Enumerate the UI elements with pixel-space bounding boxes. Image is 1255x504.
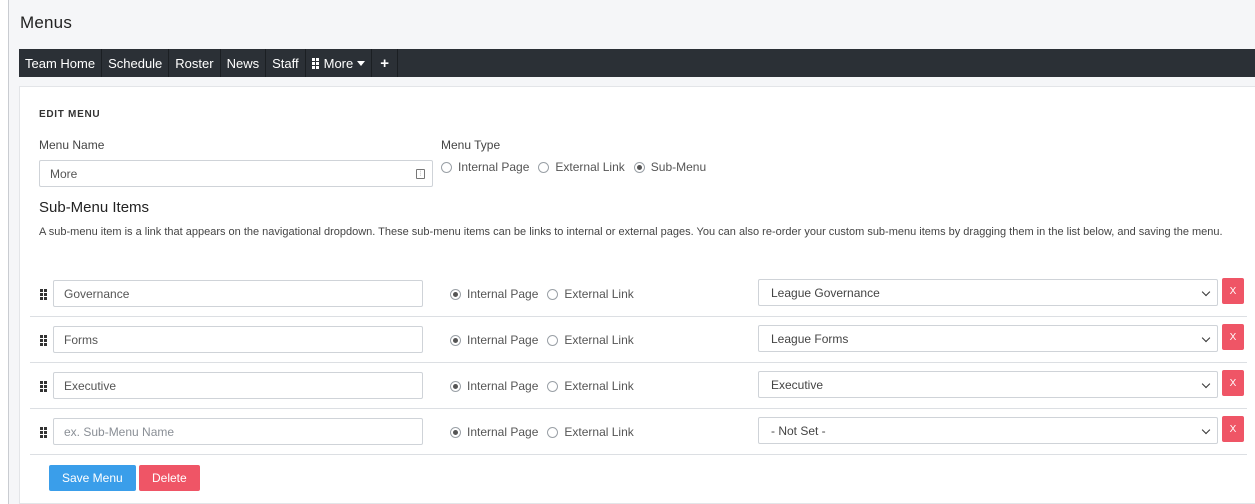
edit-menu-card: EDIT MENU Menu Name More ⋮ Menu Type Int… xyxy=(19,86,1255,504)
menu-name-label: Menu Name xyxy=(39,138,105,152)
submenu-name-value: Governance xyxy=(64,286,130,301)
nav-item-more[interactable]: More xyxy=(306,49,373,77)
radio-label: Internal Page xyxy=(467,379,539,393)
submenu-name-input[interactable]: Governance xyxy=(53,280,423,307)
grid-icon xyxy=(311,57,319,69)
drag-handle-icon[interactable] xyxy=(40,427,47,438)
radio-dot-checked xyxy=(633,161,645,173)
radio-label: Internal Page xyxy=(467,425,539,439)
radio-dot xyxy=(547,334,559,346)
page-select-value: League Forms xyxy=(771,331,849,346)
link-type-internal-radio[interactable]: Internal Page xyxy=(450,379,538,393)
chevron-down-icon xyxy=(1201,333,1211,343)
radio-label: External Link xyxy=(564,379,634,393)
submenu-row: ex. Sub-Menu Name Internal Page External… xyxy=(30,409,1247,455)
drag-handle-icon[interactable] xyxy=(40,335,47,346)
chevron-down-icon xyxy=(1201,379,1211,389)
page-select-value: - Not Set - xyxy=(771,423,826,438)
submenu-row: Governance Internal Page External Link L… xyxy=(30,271,1247,317)
radio-dot xyxy=(441,161,452,173)
radio-label: External Link xyxy=(564,287,634,301)
radio-label: Sub-Menu xyxy=(650,160,707,174)
radio-label: External Link xyxy=(555,160,625,174)
delete-menu-button[interactable]: Delete xyxy=(139,465,200,491)
page-select-value: Executive xyxy=(771,377,824,392)
submenu-row: Forms Internal Page External Link League… xyxy=(30,317,1247,363)
menu-type-radio-group: Internal Page External Link Sub-Menu xyxy=(441,160,715,174)
submenu-name-input[interactable]: Executive xyxy=(53,372,423,399)
submenu-name-value: Forms xyxy=(64,332,98,347)
menu-type-internal-radio[interactable]: Internal Page xyxy=(441,160,529,174)
menu-type-label: Menu Type xyxy=(441,138,501,152)
add-nav-item-button[interactable]: + xyxy=(372,49,399,77)
nav-item-news[interactable]: News xyxy=(221,49,267,77)
menu-type-external-radio[interactable]: External Link xyxy=(538,160,625,174)
section-title: EDIT MENU xyxy=(39,109,101,120)
radio-dot xyxy=(547,288,559,300)
page-title: Menus xyxy=(20,13,73,32)
caret-down-icon xyxy=(357,60,366,66)
radio-dot-checked xyxy=(450,426,461,438)
menu-name-input[interactable]: More ⋮ xyxy=(39,160,433,187)
menu-name-value: More xyxy=(50,166,78,181)
radio-label: Internal Page xyxy=(467,287,539,301)
link-type-radio-group: Internal Page External Link xyxy=(450,287,643,301)
submenu-row: Executive Internal Page External Link Ex… xyxy=(30,363,1247,409)
page-select-value: League Governance xyxy=(771,285,880,300)
radio-label: Internal Page xyxy=(467,333,539,347)
team-navbar: Team Home Schedule Roster News Staff Mor… xyxy=(19,49,1255,77)
link-type-external-radio[interactable]: External Link xyxy=(547,287,634,301)
submenu-name-input[interactable]: Forms xyxy=(53,326,423,353)
save-menu-button[interactable]: Save Menu xyxy=(49,465,136,491)
remove-item-button[interactable]: X xyxy=(1222,324,1244,350)
link-type-internal-radio[interactable]: Internal Page xyxy=(450,333,538,347)
page-select[interactable]: - Not Set - xyxy=(758,417,1218,444)
link-type-internal-radio[interactable]: Internal Page xyxy=(450,425,538,439)
link-type-external-radio[interactable]: External Link xyxy=(547,425,634,439)
remove-item-button[interactable]: X xyxy=(1222,370,1244,396)
menu-type-submenu-radio[interactable]: Sub-Menu xyxy=(633,160,707,174)
radio-dot xyxy=(547,426,559,438)
nav-item-staff[interactable]: Staff xyxy=(266,49,306,77)
link-type-radio-group: Internal Page External Link xyxy=(450,379,643,393)
submenu-name-placeholder: ex. Sub-Menu Name xyxy=(64,424,175,439)
link-type-external-radio[interactable]: External Link xyxy=(547,379,634,393)
radio-dot-checked xyxy=(450,334,461,346)
radio-label: Internal Page xyxy=(458,160,530,174)
app-frame: Menus Team Home Schedule Roster News Sta… xyxy=(8,0,1255,504)
remove-item-button[interactable]: X xyxy=(1222,416,1244,442)
nav-item-schedule[interactable]: Schedule xyxy=(102,49,170,77)
radio-dot-checked xyxy=(450,288,461,300)
submenu-description: A sub-menu item is a link that appears o… xyxy=(39,226,1223,238)
radio-dot-checked xyxy=(450,380,461,392)
page-select[interactable]: Executive xyxy=(758,371,1218,398)
submenu-title: Sub-Menu Items xyxy=(39,199,150,216)
link-type-internal-radio[interactable]: Internal Page xyxy=(450,287,538,301)
radio-dot xyxy=(538,161,550,173)
drag-handle-icon[interactable] xyxy=(40,381,47,392)
chevron-down-icon xyxy=(1201,287,1211,297)
page-select[interactable]: League Forms xyxy=(758,325,1218,352)
radio-dot xyxy=(547,380,559,392)
chevron-down-icon xyxy=(1201,425,1211,435)
nav-item-roster[interactable]: Roster xyxy=(169,49,221,77)
page-select[interactable]: League Governance xyxy=(758,279,1218,306)
submenu-name-value: Executive xyxy=(64,378,117,393)
nav-item-team-home[interactable]: Team Home xyxy=(19,49,103,77)
radio-label: External Link xyxy=(564,333,634,347)
link-type-external-radio[interactable]: External Link xyxy=(547,333,634,347)
autofill-icon: ⋮ xyxy=(416,169,425,179)
nav-more-label: More xyxy=(323,55,354,71)
link-type-radio-group: Internal Page External Link xyxy=(450,425,643,439)
radio-label: External Link xyxy=(564,425,634,439)
remove-item-button[interactable]: X xyxy=(1222,278,1244,304)
drag-handle-icon[interactable] xyxy=(40,289,47,300)
submenu-name-input[interactable]: ex. Sub-Menu Name xyxy=(53,418,423,445)
link-type-radio-group: Internal Page External Link xyxy=(450,333,643,347)
